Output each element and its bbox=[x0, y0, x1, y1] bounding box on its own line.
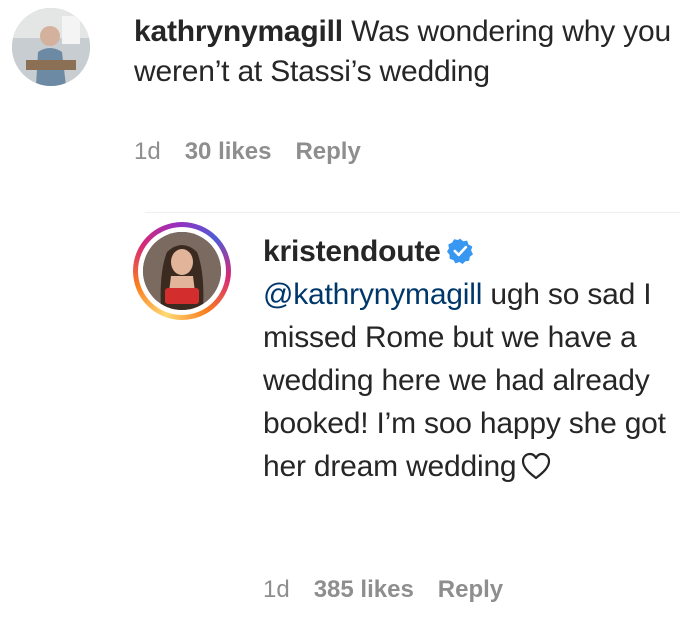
comment-body: kristendoute @kathrynymagill ugh so sad … bbox=[263, 230, 673, 488]
reply-divider bbox=[145, 212, 680, 213]
mention-link[interactable]: @kathrynymagill bbox=[263, 278, 482, 311]
comment-likes[interactable]: 30 likes bbox=[185, 138, 272, 166]
comment-likes[interactable]: 385 likes bbox=[314, 576, 414, 604]
avatar[interactable] bbox=[143, 232, 221, 310]
comment-body: kathrynymagill Was wondering why you wer… bbox=[134, 12, 674, 92]
comment-meta: 1d 30 likes Reply bbox=[134, 138, 361, 166]
verified-badge-icon bbox=[446, 233, 473, 264]
comment-username[interactable]: kristendoute bbox=[263, 235, 441, 268]
white-heart-icon bbox=[520, 450, 552, 480]
comment-username[interactable]: kathrynymagill bbox=[134, 15, 343, 48]
reply-button[interactable]: Reply bbox=[438, 576, 503, 604]
comment-time[interactable]: 1d bbox=[134, 138, 161, 166]
comment-time[interactable]: 1d bbox=[263, 576, 290, 604]
avatar[interactable] bbox=[12, 8, 90, 86]
comment-meta: 1d 385 likes Reply bbox=[263, 576, 503, 604]
reply-button[interactable]: Reply bbox=[295, 138, 360, 166]
